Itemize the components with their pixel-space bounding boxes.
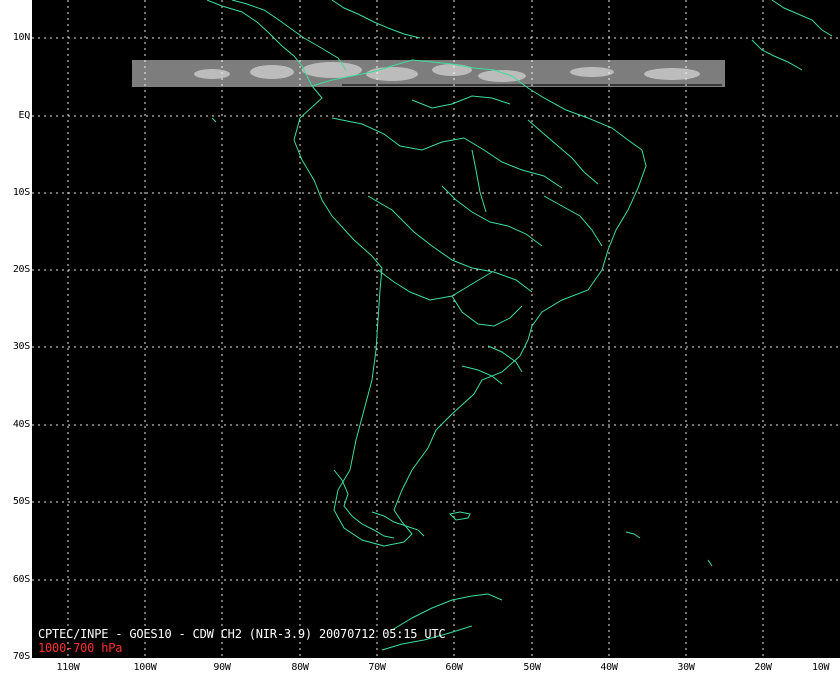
- lat-lon-grid: [32, 0, 840, 658]
- lon-label-30w: 30W: [677, 662, 695, 673]
- lon-label-110w: 110W: [56, 662, 80, 673]
- lat-label-10n: 10N: [12, 32, 30, 43]
- satellite-map: [32, 0, 840, 658]
- lon-label-90w: 90W: [213, 662, 231, 673]
- product-caption: CPTEC/INPE - GOES10 - CDW CH2 (NIR-3.9) …: [38, 627, 446, 641]
- lon-label-10w: 10W: [812, 662, 830, 673]
- lon-label-40w: 40W: [600, 662, 618, 673]
- coastlines: [206, 0, 833, 651]
- lon-label-70w: 70W: [368, 662, 386, 673]
- map-frame: 10N EQ 10S 20S 30S 40S 50S 60S 70S 110W …: [0, 0, 840, 680]
- lat-label-50s: 50S: [12, 496, 30, 507]
- lon-label-60w: 60W: [445, 662, 463, 673]
- lat-label-30s: 30S: [12, 341, 30, 352]
- lon-label-100w: 100W: [133, 662, 157, 673]
- pressure-level-caption: 1000-700 hPa: [38, 641, 123, 655]
- lat-label-40s: 40S: [12, 419, 30, 430]
- lat-label-20s: 20S: [12, 264, 30, 275]
- lat-label-70s: 70S: [12, 651, 30, 662]
- lon-label-20w: 20W: [754, 662, 772, 673]
- lat-label-eq: EQ: [18, 110, 31, 121]
- lon-label-50w: 50W: [523, 662, 541, 673]
- lon-label-80w: 80W: [291, 662, 309, 673]
- map-canvas: [32, 0, 840, 658]
- lat-label-10s: 10S: [12, 187, 30, 198]
- lat-label-60s: 60S: [12, 574, 30, 585]
